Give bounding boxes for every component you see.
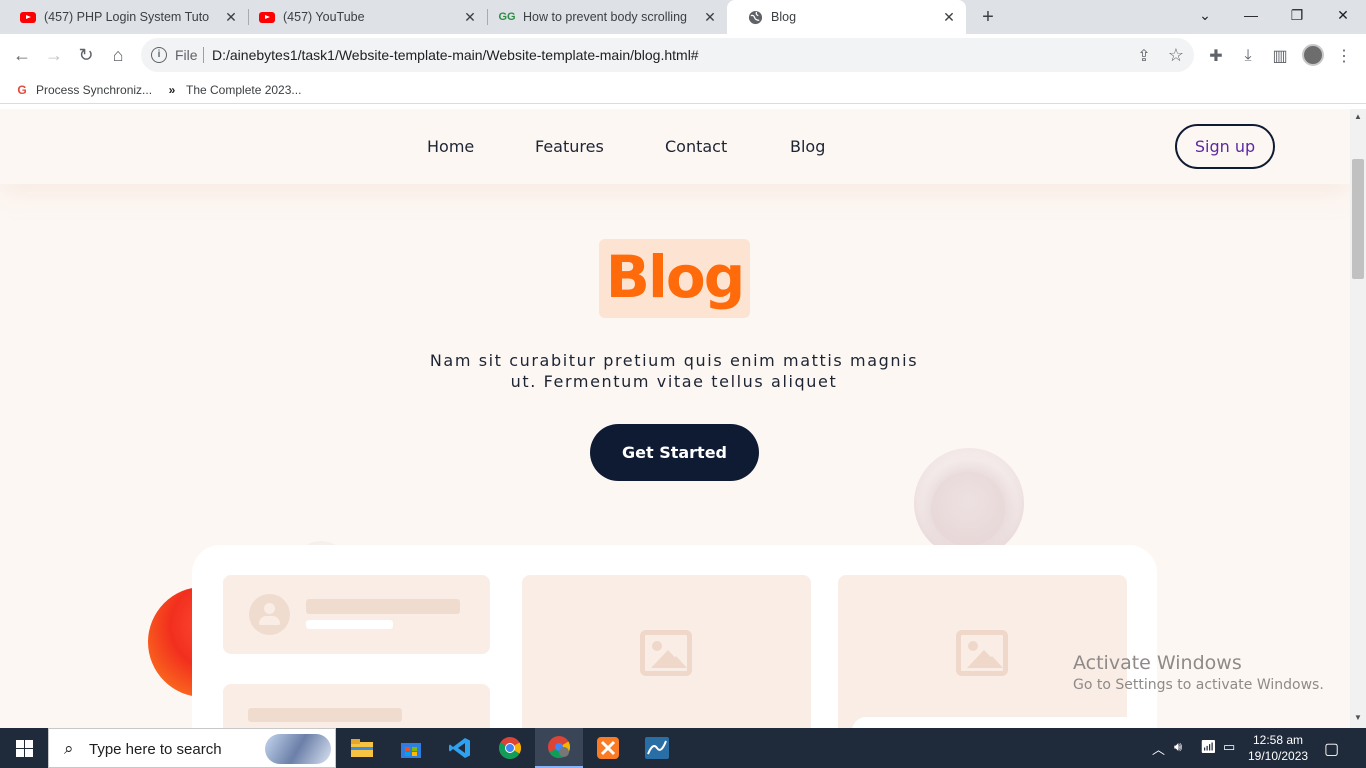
taskbar-search[interactable]: ⌕ Type here to search bbox=[48, 728, 336, 768]
tab-geeksforgeeks[interactable]: GG How to prevent body scrolling b ✕ bbox=[479, 0, 727, 34]
nav-home[interactable]: Home bbox=[427, 137, 474, 156]
bookmark-complete-2023[interactable]: » The Complete 2023... bbox=[164, 82, 302, 98]
close-icon[interactable]: ✕ bbox=[222, 8, 240, 26]
bookmark-label: Process Synchroniz... bbox=[36, 83, 153, 97]
clock-time: 12:58 am bbox=[1252, 733, 1304, 747]
signup-button[interactable]: Sign up bbox=[1175, 124, 1275, 169]
close-icon[interactable]: ✕ bbox=[461, 8, 479, 26]
activate-windows-watermark: Activate Windows Go to Settings to activ… bbox=[1073, 652, 1324, 693]
windows-start-icon[interactable] bbox=[0, 728, 48, 768]
vscode-icon[interactable] bbox=[436, 728, 484, 768]
site-navbar: Home Features Contact Blog Sign up bbox=[0, 109, 1350, 184]
hero-subtitle-line: Nam sit curabitur pretium quis enim matt… bbox=[429, 351, 919, 370]
window-close-icon[interactable]: ✕ bbox=[1320, 0, 1366, 30]
minimize-icon[interactable]: — bbox=[1228, 0, 1274, 30]
image-placeholder bbox=[522, 575, 811, 728]
tab-search-chevron-icon[interactable]: ⌄ bbox=[1182, 0, 1228, 30]
text-placeholder bbox=[223, 684, 490, 728]
bookmark-process-sync[interactable]: G Process Synchroniz... bbox=[14, 82, 152, 98]
nav-blog[interactable]: Blog bbox=[790, 137, 825, 156]
browser-toolbar: ← → ↻ ⌂ i File D:/ainebytes1/task1/Websi… bbox=[0, 34, 1366, 76]
bookmarks-bar: G Process Synchroniz... » The Complete 2… bbox=[0, 76, 1366, 104]
scheme-label: File bbox=[175, 47, 198, 63]
tray-chevron-up-icon[interactable]: ︿ bbox=[1152, 739, 1165, 758]
globe-icon bbox=[747, 9, 763, 25]
volume-icon[interactable]: 🔊︎ bbox=[1174, 739, 1182, 755]
nav-features[interactable]: Features bbox=[535, 137, 604, 156]
decorative-sphere-inner bbox=[931, 472, 1005, 546]
image-icon bbox=[956, 630, 1008, 676]
author-placeholder bbox=[223, 575, 490, 654]
notification-icon[interactable]: ▢ bbox=[1324, 739, 1339, 759]
taskbar-clock[interactable]: 12:58 am 19/10/2023 bbox=[1248, 732, 1308, 764]
g-icon: G bbox=[17, 83, 27, 97]
search-highlight-image bbox=[265, 734, 331, 764]
tab-strip: (457) PHP Login System Tutorial ✕ (457) … bbox=[0, 0, 1366, 34]
wifi-icon[interactable]: 📶︎ bbox=[1200, 739, 1217, 755]
scroll-thumb[interactable] bbox=[1352, 159, 1364, 279]
scroll-up-icon[interactable]: ▲ bbox=[1354, 112, 1362, 121]
scroll-down-icon[interactable]: ▼ bbox=[1354, 713, 1362, 722]
search-icon: ⌕ bbox=[64, 739, 74, 758]
page-viewport: Home Features Contact Blog Sign up Blog … bbox=[0, 109, 1350, 728]
placeholder-bar bbox=[306, 620, 393, 629]
side-panel-icon[interactable]: ▥ bbox=[1270, 46, 1290, 66]
get-started-button[interactable]: Get Started bbox=[590, 424, 759, 481]
forward-icon[interactable]: → bbox=[41, 42, 67, 68]
placeholder-bar bbox=[248, 708, 402, 722]
search-placeholder: Type here to search bbox=[89, 741, 222, 758]
tab-title: How to prevent body scrolling b bbox=[523, 10, 688, 24]
tab-title: (457) PHP Login System Tutorial bbox=[44, 10, 209, 24]
tab-title: Blog bbox=[771, 10, 797, 24]
clock-date: 19/10/2023 bbox=[1248, 749, 1309, 763]
info-icon[interactable]: i bbox=[151, 47, 167, 63]
avatar-placeholder-icon bbox=[249, 594, 290, 635]
share-icon[interactable]: ⇪ bbox=[1134, 46, 1154, 66]
windows-taskbar: ⌕ Type here to search ︿ 🔊︎ 📶︎ ▭ 12:58 am… bbox=[0, 728, 1366, 768]
tab-blog[interactable]: Blog ✕ bbox=[727, 0, 966, 34]
page-title: Blog bbox=[605, 243, 745, 311]
image-icon bbox=[640, 630, 692, 676]
blog-preview-card bbox=[192, 545, 1157, 728]
store-icon[interactable] bbox=[387, 728, 435, 768]
profile-avatar[interactable] bbox=[1302, 44, 1324, 66]
reload-icon[interactable]: ↻ bbox=[73, 42, 99, 68]
bookmark-label: The Complete 2023... bbox=[186, 83, 302, 97]
menu-kebab-icon[interactable]: ⋮ bbox=[1334, 46, 1354, 66]
placeholder-bar bbox=[306, 599, 460, 614]
tab-php-login[interactable]: (457) PHP Login System Tutorial ✕ bbox=[0, 0, 248, 34]
extensions-icon[interactable]: ✚ bbox=[1206, 46, 1226, 66]
nav-contact[interactable]: Contact bbox=[665, 137, 727, 156]
address-bar[interactable]: i File D:/ainebytes1/task1/Website-templ… bbox=[141, 38, 1194, 72]
omnibox-divider bbox=[203, 47, 204, 63]
tab-title: (457) YouTube bbox=[283, 10, 365, 24]
youtube-icon bbox=[20, 9, 36, 25]
battery-icon[interactable]: ▭ bbox=[1223, 739, 1235, 755]
bookmark-star-icon[interactable]: ☆ bbox=[1166, 45, 1186, 65]
page-scrollbar[interactable]: ▲ ▼ bbox=[1350, 109, 1366, 728]
watermark-subtitle: Go to Settings to activate Windows. bbox=[1073, 677, 1324, 693]
url-text[interactable]: D:/ainebytes1/task1/Website-template-mai… bbox=[212, 47, 699, 63]
xampp-icon[interactable] bbox=[584, 728, 632, 768]
hero-subtitle-line: ut. Fermentum vitae tellus aliquet bbox=[510, 372, 838, 391]
close-icon[interactable]: ✕ bbox=[940, 8, 958, 26]
geeksforgeeks-icon: GG bbox=[498, 11, 516, 23]
hero-subtitle: Nam sit curabitur pretium quis enim matt… bbox=[410, 350, 938, 392]
chrome-profile-icon[interactable] bbox=[535, 728, 583, 768]
downloads-icon[interactable]: ⤓ bbox=[1238, 46, 1258, 66]
file-explorer-icon[interactable] bbox=[338, 728, 386, 768]
chevrons-icon: » bbox=[168, 83, 176, 97]
watermark-title: Activate Windows bbox=[1073, 652, 1242, 674]
hero-title-highlight: Blog bbox=[599, 239, 750, 318]
restore-icon[interactable]: ❐ bbox=[1274, 0, 1320, 30]
new-tab-icon[interactable]: + bbox=[976, 5, 1000, 29]
chrome-icon[interactable] bbox=[486, 728, 534, 768]
mysql-workbench-icon[interactable] bbox=[633, 728, 681, 768]
tab-youtube[interactable]: (457) YouTube ✕ bbox=[239, 0, 487, 34]
youtube-icon bbox=[259, 9, 275, 25]
home-icon[interactable]: ⌂ bbox=[105, 42, 131, 68]
back-icon[interactable]: ← bbox=[9, 42, 35, 68]
card-overlay bbox=[852, 717, 1138, 728]
close-icon[interactable]: ✕ bbox=[701, 8, 719, 26]
